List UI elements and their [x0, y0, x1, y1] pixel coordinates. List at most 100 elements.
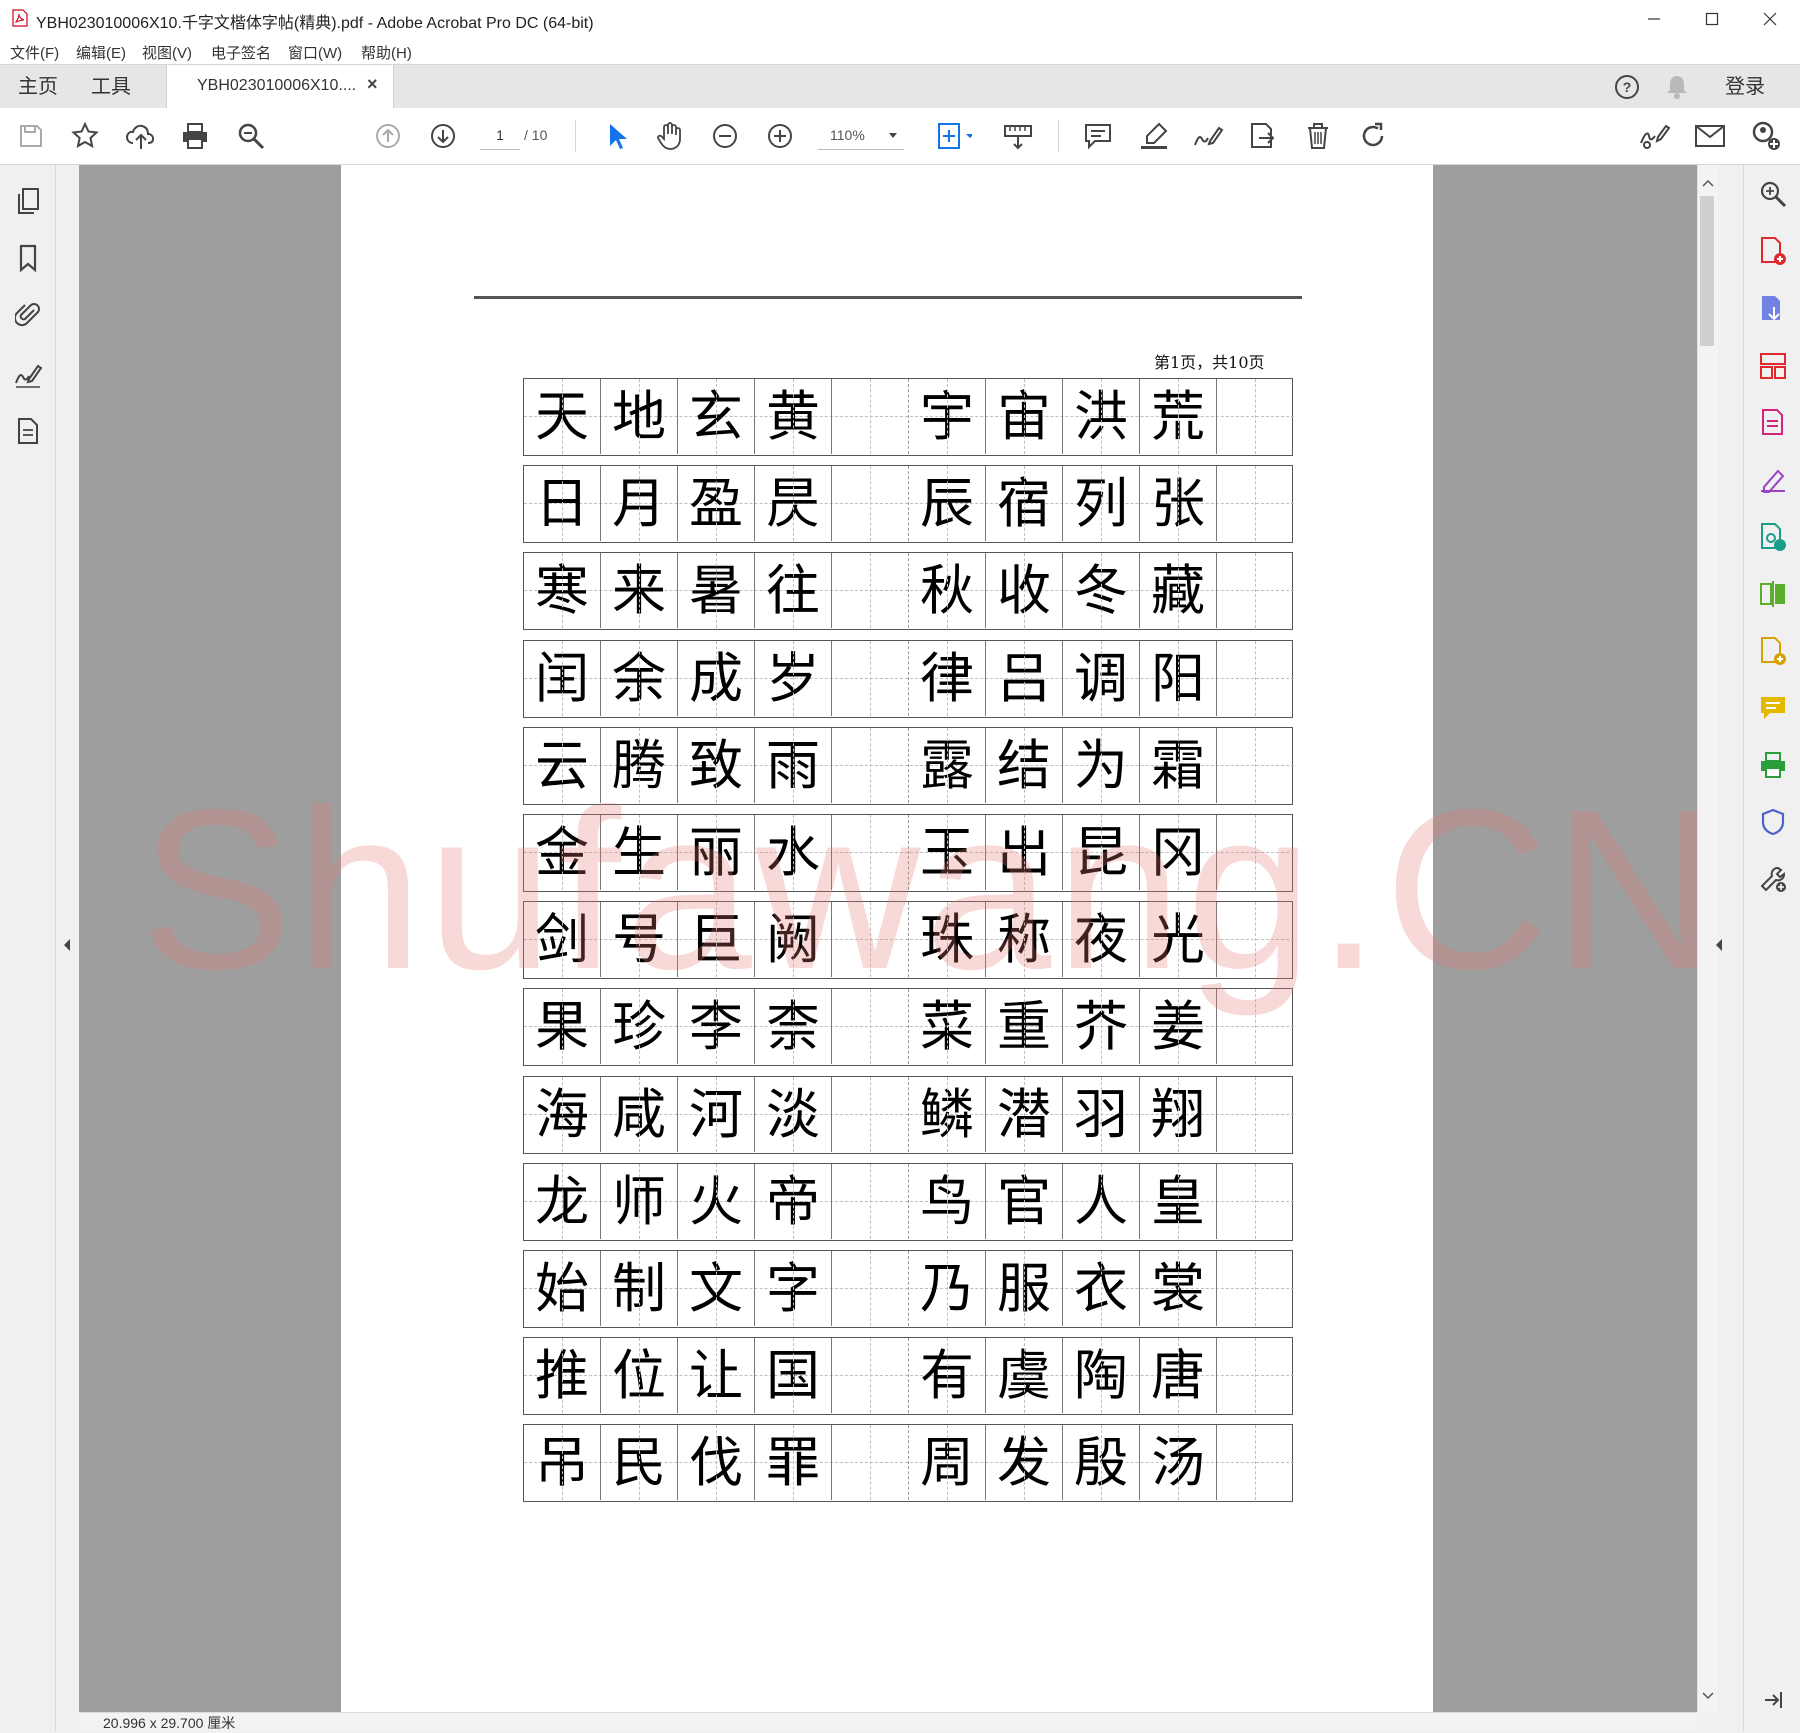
previous-page-button[interactable]: [370, 118, 406, 154]
tab-document[interactable]: YBH023010006X10.... ×: [166, 65, 394, 110]
send-for-review-button[interactable]: [1756, 520, 1790, 554]
organize-pages-button[interactable]: [1756, 349, 1790, 383]
content-button[interactable]: [12, 415, 44, 447]
grid-guide-line: [1255, 1251, 1256, 1326]
print-button[interactable]: [177, 118, 213, 154]
signatures-button[interactable]: [12, 358, 44, 390]
compare-files-button[interactable]: [1756, 577, 1790, 611]
save-button[interactable]: [13, 118, 49, 154]
export-pdf-icon: [1762, 296, 1780, 321]
page-thumbnails-button[interactable]: [12, 185, 44, 217]
scroll-down-icon[interactable]: [1702, 1692, 1714, 1700]
left-navigation-pane: [0, 165, 70, 1731]
zoom-out-button[interactable]: [707, 118, 743, 154]
next-page-button[interactable]: [425, 118, 461, 154]
collapse-tools-button[interactable]: [1756, 1683, 1790, 1717]
menu-file[interactable]: 文件(F): [10, 42, 59, 63]
grid-guide-line: [947, 1425, 948, 1500]
grid-guide-line: [793, 553, 794, 628]
hand-tool-button[interactable]: [652, 118, 688, 154]
fit-page-button[interactable]: [936, 118, 972, 154]
menu-esign[interactable]: 电子签名: [211, 42, 271, 63]
share-user-button[interactable]: [1748, 118, 1784, 154]
close-window-button[interactable]: [1741, 0, 1799, 38]
combine-files-button[interactable]: [1756, 634, 1790, 668]
grid-guide-line: [1101, 1338, 1102, 1413]
more-tools-button[interactable]: [1756, 862, 1790, 896]
grid-guide-line: [1178, 1164, 1179, 1239]
page-number-label: 第1页，共10页: [1154, 353, 1265, 372]
email-button[interactable]: [1692, 118, 1728, 154]
document-tab-label: YBH023010006X10....: [197, 77, 357, 94]
attachments-button[interactable]: [12, 298, 44, 330]
protect-button[interactable]: [1756, 805, 1790, 839]
rotate-icon: [1362, 122, 1384, 147]
highlighter-icon: [1141, 122, 1168, 149]
sign-button[interactable]: [1190, 118, 1226, 154]
select-tool-button[interactable]: [598, 118, 634, 154]
menu-edit[interactable]: 编辑(E): [76, 42, 126, 63]
share-file-button[interactable]: [1245, 118, 1281, 154]
expand-left-pane-icon[interactable]: [62, 938, 72, 952]
search-tool-button[interactable]: [1756, 177, 1790, 211]
edit-pdf-button[interactable]: [1756, 406, 1790, 440]
zoom-in-button[interactable]: [762, 118, 798, 154]
scrollbar-thumb[interactable]: [1700, 196, 1714, 346]
minimize-button[interactable]: [1625, 0, 1683, 38]
grid-guide-line: [1101, 553, 1102, 628]
grid-guide-line: [793, 379, 794, 454]
paperclip-icon: [15, 303, 40, 327]
menu-bar: 文件(F) 编辑(E) 视图(V) 电子签名 窗口(W) 帮助(H): [0, 38, 1800, 64]
page-number-input[interactable]: 1: [480, 121, 520, 150]
menu-help[interactable]: 帮助(H): [361, 42, 412, 63]
grid-guide-line: [562, 1338, 563, 1413]
export-pdf-button[interactable]: [1756, 292, 1790, 326]
star-icon: [71, 121, 99, 148]
grid-guide-line: [1178, 1077, 1179, 1152]
bookmarks-button[interactable]: [12, 242, 44, 274]
upload-cloud-button[interactable]: [123, 118, 159, 154]
scroll-up-icon[interactable]: [1702, 179, 1714, 187]
notification-bell-icon[interactable]: [1664, 73, 1690, 101]
pages-icon: [18, 188, 39, 214]
print-production-button[interactable]: [1756, 748, 1790, 782]
right-tools-pane: [1716, 165, 1800, 1731]
collapse-right-pane-icon[interactable]: [1714, 938, 1724, 952]
bookmark-star-button[interactable]: [67, 118, 103, 154]
maximize-button[interactable]: [1683, 0, 1741, 38]
fill-sign-tool-button[interactable]: [1756, 463, 1790, 497]
grid-guide-line: [1255, 379, 1256, 454]
find-zoom-button[interactable]: [233, 118, 269, 154]
grid-guide-line: [793, 1164, 794, 1239]
grid-guide-line: [947, 1077, 948, 1152]
close-icon: [1763, 12, 1777, 26]
fill-sign-button[interactable]: [1637, 118, 1673, 154]
create-pdf-button[interactable]: [1756, 234, 1790, 268]
grid-guide-line: [639, 379, 640, 454]
zoom-level-select[interactable]: 110%: [818, 121, 904, 150]
delete-button[interactable]: [1300, 118, 1336, 154]
toolbar-divider: [1058, 120, 1059, 152]
document-icon: [18, 418, 38, 444]
comment-tool-button[interactable]: [1756, 691, 1790, 725]
tab-home[interactable]: 主页: [18, 65, 58, 109]
grid-guide-line: [562, 1425, 563, 1500]
close-tab-button[interactable]: ×: [367, 74, 378, 95]
watermark: Shufawang.CN: [140, 763, 1722, 1017]
measure-tool-button[interactable]: [1000, 118, 1036, 154]
menu-view[interactable]: 视图(V): [142, 42, 192, 63]
zoom-search-icon: [1760, 181, 1787, 208]
help-icon[interactable]: ?: [1613, 73, 1641, 101]
menu-window[interactable]: 窗口(W): [288, 42, 342, 63]
grid-guide-line: [639, 1338, 640, 1413]
tab-tools[interactable]: 工具: [91, 65, 131, 109]
highlight-button[interactable]: [1136, 118, 1172, 154]
rotate-button[interactable]: [1355, 118, 1391, 154]
grid-guide-line: [870, 379, 871, 454]
signin-link[interactable]: 登录: [1725, 65, 1765, 109]
grid-guide-line: [1255, 553, 1256, 628]
comment-button[interactable]: [1080, 118, 1116, 154]
grid-guide-line: [793, 1077, 794, 1152]
grid-guide-line: [870, 466, 871, 541]
grid-guide-line: [562, 641, 563, 716]
